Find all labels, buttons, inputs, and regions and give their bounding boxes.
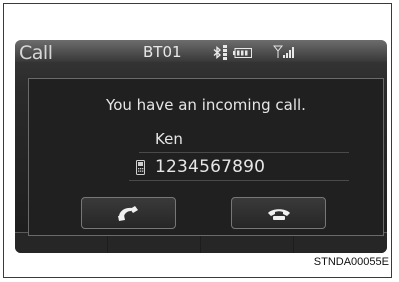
- title-bar: [15, 40, 387, 62]
- device-name: BT01: [143, 43, 182, 61]
- incoming-call-dialog: You have an incoming call. Ken 123456789…: [28, 78, 384, 236]
- answer-call-button[interactable]: [81, 197, 176, 229]
- mobile-phone-icon: [136, 160, 145, 175]
- phone-hangup-icon: [268, 209, 290, 220]
- decline-call-button[interactable]: [231, 197, 326, 229]
- figure-code: STNDA00055E: [313, 256, 389, 268]
- divider: [139, 152, 349, 153]
- bluetooth-icon: [213, 46, 222, 59]
- phone-pickup-icon: [118, 206, 138, 221]
- cellular-signal-icon: [273, 45, 294, 58]
- caller-name: Ken: [155, 130, 183, 148]
- bluetooth-signal-level-icon: [223, 45, 227, 60]
- caller-phone-number: 1234567890: [155, 157, 266, 177]
- incoming-call-message: You have an incoming call.: [106, 96, 306, 114]
- battery-icon: [233, 48, 252, 58]
- call-screen: Call BT01 You have an incoming call. Ken: [15, 40, 387, 253]
- divider: [129, 180, 349, 181]
- screen-title: Call: [19, 42, 53, 64]
